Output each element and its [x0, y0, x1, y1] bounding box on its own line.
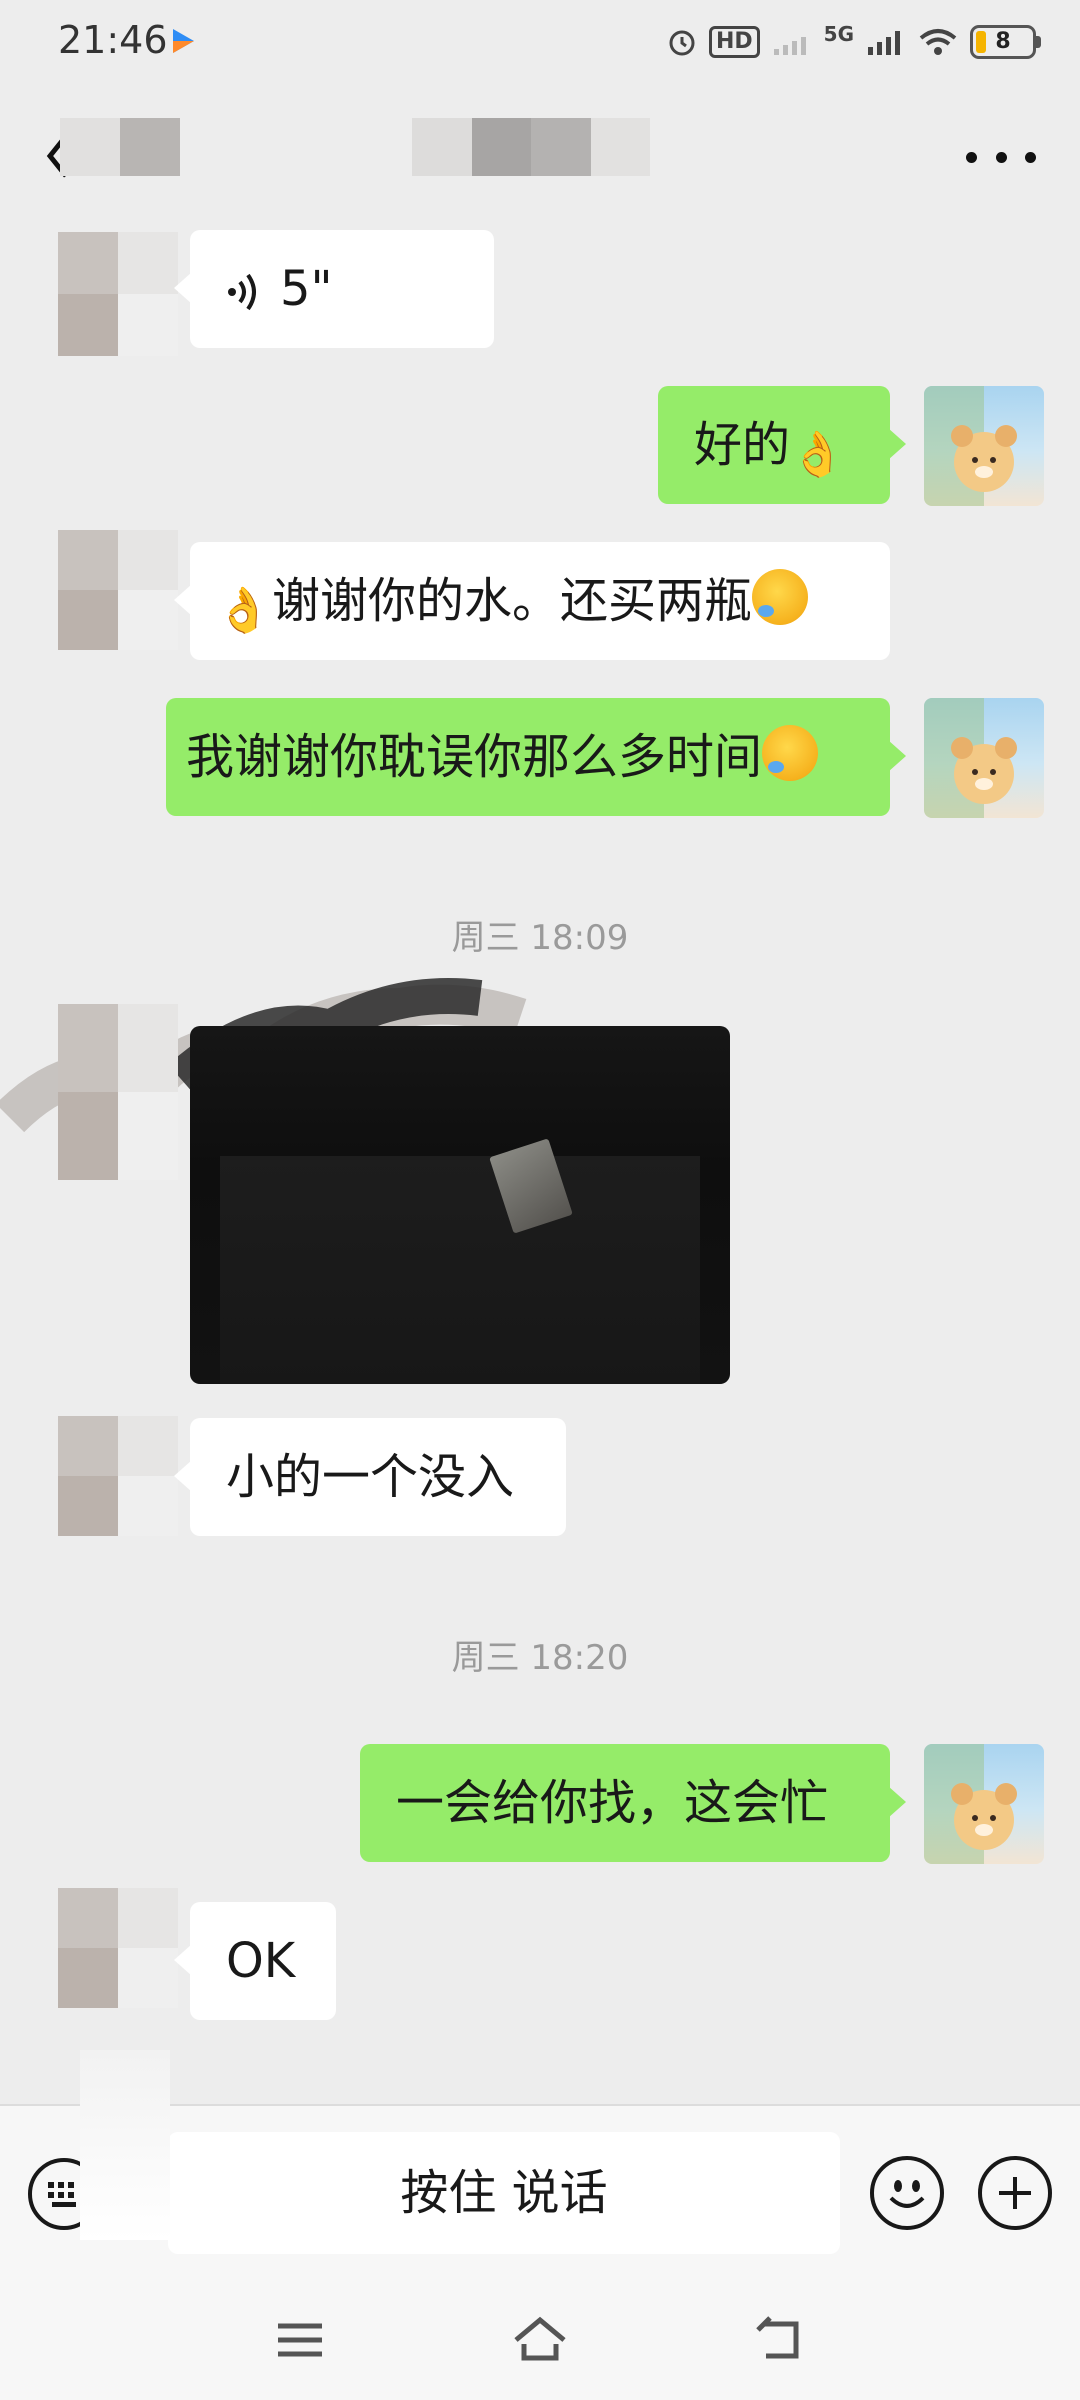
blurred-contact-avatar: [60, 118, 180, 176]
voice-duration: 5": [280, 261, 333, 317]
status-time: 21:46: [58, 18, 168, 62]
message-text: 小的一个没入: [226, 1449, 515, 1505]
my-avatar[interactable]: [924, 1744, 1044, 1864]
bear-avatar-icon: [924, 698, 1017, 818]
message-text: 好的: [694, 417, 791, 473]
voice-message-bubble[interactable]: 5": [174, 230, 494, 348]
signal-weak-icon: [773, 37, 806, 55]
photo-floor: [220, 1156, 700, 1384]
more-options-button[interactable]: [966, 142, 1036, 172]
back-nav-icon[interactable]: [750, 2310, 810, 2370]
app-notification-icon: [173, 29, 194, 53]
battery-icon: 8: [970, 25, 1041, 59]
alarm-icon: [669, 30, 695, 56]
message-list[interactable]: 5" 好的👌 👌谢谢你的水。还买两瓶 我谢谢你耽误你那么多时间 周三 18:09…: [0, 228, 1080, 2104]
status-icons: HD 5G 8: [667, 22, 1041, 62]
ok-hand-emoji-icon: 👌: [790, 429, 845, 480]
message-text: 我谢谢你耽误你那么多时间: [186, 729, 763, 785]
blurred-region: [80, 2050, 170, 2240]
hd-voice-icon: HD: [708, 26, 760, 58]
contact-avatar[interactable]: [58, 232, 178, 356]
signal-strong-icon: [868, 31, 900, 55]
home-icon[interactable]: [510, 2310, 570, 2370]
pinched-hand-emoji-icon: 👌: [216, 585, 271, 636]
contact-avatar[interactable]: [58, 1416, 178, 1536]
contact-avatar[interactable]: [58, 530, 178, 650]
dot-icon: [966, 151, 977, 163]
incoming-message-bubble[interactable]: OK: [174, 1902, 336, 2020]
wifi-icon: [919, 29, 957, 55]
dot-icon: [1025, 151, 1036, 163]
menu-icon[interactable]: [270, 2310, 330, 2370]
emoji-button[interactable]: [870, 2156, 944, 2230]
my-avatar[interactable]: [924, 386, 1044, 506]
outgoing-message-bubble[interactable]: 我谢谢你耽误你那么多时间: [166, 698, 906, 816]
emoji-icon: [889, 2180, 925, 2208]
plus-button[interactable]: [978, 2156, 1052, 2230]
network-type: 5G: [823, 22, 854, 46]
message-timestamp: 周三 18:09: [451, 918, 629, 958]
my-avatar[interactable]: [924, 698, 1044, 818]
image-message[interactable]: [190, 1026, 730, 1384]
contact-avatar[interactable]: [58, 1888, 178, 2008]
outgoing-message-bubble[interactable]: 一会给你找，这会忙: [360, 1744, 906, 1862]
message-text: 一会给你找，这会忙: [396, 1775, 829, 1831]
incoming-message-bubble[interactable]: 小的一个没入: [174, 1418, 566, 1536]
outgoing-message-bubble[interactable]: 好的👌: [658, 386, 906, 504]
status-bar: 21:46 HD 5G 8: [0, 0, 1080, 82]
voice-wave-icon: [228, 273, 256, 311]
laughing-tears-emoji-icon: [752, 569, 809, 625]
laughing-tears-emoji-icon: [762, 725, 819, 781]
incoming-message-bubble[interactable]: 👌谢谢你的水。还买两瓶: [174, 542, 890, 660]
contact-avatar[interactable]: [58, 1004, 178, 1180]
message-text: 谢谢你的水。还买两瓶: [272, 573, 753, 629]
hold-to-talk-button[interactable]: 按住 说话: [168, 2132, 840, 2254]
blurred-contact-name: [412, 118, 650, 176]
bear-avatar-icon: [924, 386, 1017, 506]
dot-icon: [995, 151, 1007, 163]
bear-avatar-icon: [924, 1744, 1017, 1864]
message-timestamp: 周三 18:20: [451, 1638, 629, 1678]
system-nav-bar: [0, 2288, 1080, 2400]
message-text: OK: [226, 1933, 296, 1989]
